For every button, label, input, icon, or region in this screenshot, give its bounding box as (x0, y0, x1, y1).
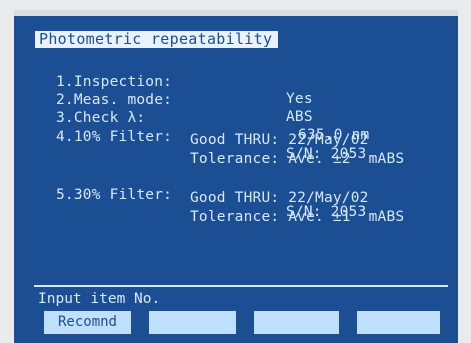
input-prompt: Input item No. (38, 291, 161, 307)
item-30-filter-label: 5.30% Filter: (56, 187, 173, 203)
item-inspection-value: Yes (286, 91, 313, 107)
item-30-filter[interactable]: 5.30% Filter: S/N: 2053 (56, 170, 366, 238)
softkey-4[interactable] (357, 311, 440, 334)
item-10-filter-label: 4.10% Filter: (56, 129, 173, 145)
item-10-filter-good-thru: Good THRU: 22/May/02 (190, 132, 369, 148)
prompt-divider (34, 285, 448, 287)
softkey-2[interactable] (149, 311, 236, 334)
softkey-recomnd[interactable]: Recomnd (44, 311, 131, 334)
item-meas-mode-value: ABS (286, 109, 313, 125)
display-screen: Photometric repeatability 1.Inspection: … (14, 16, 458, 343)
screen-title: Photometric repeatability (35, 31, 279, 48)
item-10-filter-tolerance: Tolerance: Ave. ±2 mABS (190, 151, 405, 167)
softkey-3[interactable] (254, 311, 339, 334)
item-30-filter-good-thru: Good THRU: 22/May/02 (190, 190, 369, 206)
item-30-filter-tolerance: Tolerance: Ave. ±1 mABS (190, 209, 405, 225)
